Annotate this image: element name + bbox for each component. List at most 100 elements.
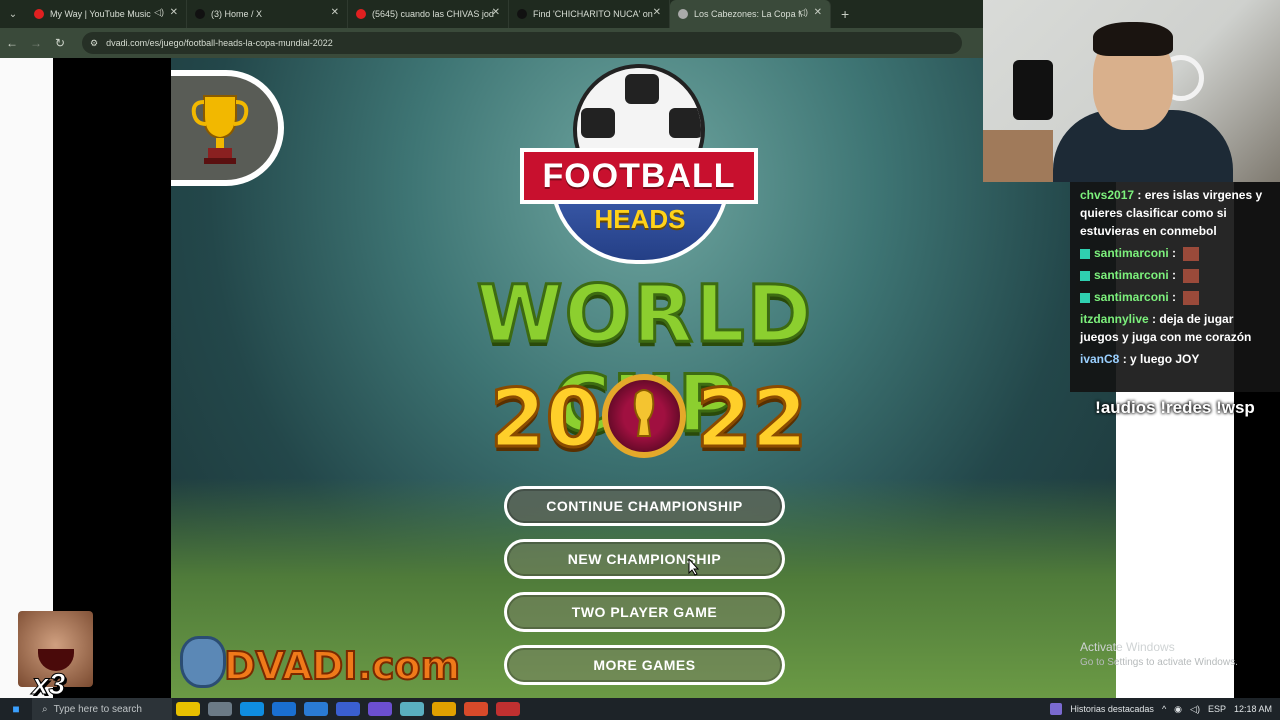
new-tab-button[interactable]: + [831, 6, 859, 22]
site-info-icon[interactable]: ⚙ [90, 38, 98, 49]
chat-badge-icon [1080, 270, 1090, 281]
chat-separator: : [1119, 352, 1131, 366]
app-icon[interactable] [496, 702, 520, 716]
tab-label: My Way | YouTube Music [50, 9, 151, 19]
system-tray: Historias destacadas ^ ◉ ◁) ESP 12:18 AM [1050, 698, 1280, 720]
browser-tab[interactable]: Los Cabezones: La Copa M ◁) ✕ [670, 0, 831, 28]
chat-separator: : [1168, 246, 1180, 260]
mail-icon[interactable] [272, 702, 296, 716]
browser-tab[interactable]: (3) Home / X ✕ [187, 0, 348, 28]
taskbar-search[interactable]: ⌕ Type here to search [32, 698, 172, 720]
browser-tab[interactable]: My Way | YouTube Music ◁) ✕ [26, 0, 187, 28]
webcam-overlay [983, 0, 1280, 182]
tab-audio-icon[interactable]: ◁) [154, 7, 164, 18]
clock[interactable]: 12:18 AM [1234, 704, 1272, 714]
chat-separator: : [1134, 188, 1145, 202]
tab-audio-icon[interactable]: ◁) [798, 7, 808, 18]
year-left: 20 [488, 371, 602, 467]
chat-emote-icon [1183, 290, 1200, 305]
activate-windows-watermark: Activate Windows Go to Settings to activ… [1080, 640, 1238, 670]
chat-username[interactable]: santimarconi [1094, 246, 1169, 260]
forward-icon[interactable]: → [24, 36, 48, 50]
tab-favicon-icon [678, 9, 688, 19]
chat-username[interactable]: santimarconi [1094, 290, 1169, 304]
activate-subtitle: Go to Settings to activate Windows. [1080, 657, 1238, 668]
search-icon: ⌕ [42, 703, 48, 715]
chat-emote-icon [1183, 268, 1200, 283]
tab-close-icon[interactable]: ✕ [170, 7, 178, 18]
tab-label: (3) Home / X [211, 9, 263, 19]
tab-favicon-icon [517, 9, 527, 19]
new-championship-button[interactable]: NEW CHAMPIONSHIP [504, 539, 785, 579]
chat-badge-icon [1080, 248, 1090, 259]
store-icon[interactable] [304, 702, 328, 716]
page-left-margin [0, 58, 53, 698]
network-icon[interactable]: ◉ [1174, 704, 1182, 715]
chat-separator: : [1168, 268, 1180, 282]
tab-favicon-icon [356, 9, 366, 19]
volume-icon[interactable]: ◁) [1190, 704, 1200, 715]
chat-commands: !audios !redes !wsp [1095, 398, 1255, 417]
stream-chat: chvs2017 : eres islas virgenes y quieres… [1070, 182, 1280, 392]
browser-tab[interactable]: (5645) cuando las CHIVAS jodi ✕ [348, 0, 509, 28]
tab-close-icon[interactable]: ✕ [331, 7, 339, 18]
tab-close-icon[interactable]: ✕ [492, 7, 500, 18]
language-indicator[interactable]: ESP [1208, 704, 1226, 714]
chat-message: santimarconi : [1080, 288, 1274, 306]
chat-message: ivanC8 : y luego JOY [1080, 350, 1274, 368]
tab-search-icon[interactable]: ⌄ [0, 0, 26, 28]
logo-football-banner: FOOTBALL [520, 148, 758, 204]
notepad-icon[interactable] [400, 702, 424, 716]
task-view-icon[interactable] [208, 702, 232, 716]
emote-multiplier: x3 [31, 668, 66, 702]
chat-username[interactable]: santimarconi [1094, 268, 1169, 282]
obs-icon[interactable] [368, 702, 392, 716]
tab-favicon-icon [195, 9, 205, 19]
chevron-up-icon[interactable]: ^ [1162, 704, 1166, 714]
logo-heads-text: HEADS [594, 204, 686, 234]
tabs-container: My Way | YouTube Music ◁) ✕ (3) Home / X ✕ (5… [26, 0, 831, 28]
chat-username[interactable]: ivanC8 [1080, 352, 1119, 366]
news-icon[interactable] [1050, 703, 1063, 715]
chat-username[interactable]: itzdannylive [1080, 312, 1149, 326]
mouse-cursor-icon [688, 558, 700, 576]
two-player-game-button[interactable]: TWO PLAYER GAME [504, 592, 785, 632]
url-field[interactable]: ⚙ dvadi.com/es/juego/football-heads-la-c… [82, 32, 962, 54]
more-games-button[interactable]: MORE GAMES [504, 645, 785, 685]
file-explorer-icon[interactable] [432, 702, 456, 716]
search-placeholder: Type here to search [53, 703, 142, 715]
year-title: 20 22 [488, 371, 808, 467]
windows-start-icon[interactable]: ■ [0, 702, 32, 716]
url-text: dvadi.com/es/juego/football-heads-la-cop… [106, 38, 333, 48]
reload-icon[interactable]: ↻ [48, 36, 72, 50]
tab-close-icon[interactable]: ✕ [814, 7, 822, 18]
tab-label: Los Cabezones: La Copa M [694, 9, 802, 19]
back-icon[interactable]: ← [0, 36, 24, 50]
chat-message: itzdannylive : deja de jugar juegos y ju… [1080, 310, 1274, 346]
vscode-icon[interactable] [336, 702, 360, 716]
chat-username[interactable]: chvs2017 [1080, 188, 1134, 202]
trophy-icon [191, 95, 249, 164]
continue-championship-button[interactable]: CONTINUE CHAMPIONSHIP [504, 486, 785, 526]
tab-close-icon[interactable]: ✕ [653, 7, 661, 18]
chat-message: santimarconi : [1080, 244, 1274, 262]
browser-tab[interactable]: Find 'CHICHARITO NUCA' on Ti ✕ [509, 0, 670, 28]
copilot-icon[interactable] [176, 702, 200, 716]
tab-favicon-icon [34, 9, 44, 19]
taskbar: ■ ⌕ Type here to search Historias destac… [0, 698, 1280, 720]
news-label[interactable]: Historias destacadas [1070, 704, 1154, 714]
year-right: 22 [694, 371, 808, 467]
chat-separator: : [1168, 290, 1180, 304]
chat-emote-icon [1183, 246, 1200, 261]
world-cup-emblem-icon [602, 374, 686, 458]
dvadi-mascot-icon [180, 636, 226, 688]
tab-strip: ⌄ My Way | YouTube Music ◁) ✕ (3) Home / X ✕… [0, 0, 985, 28]
chat-badge-icon [1080, 292, 1090, 303]
chat-message: chvs2017 : eres islas virgenes y quieres… [1080, 186, 1274, 240]
activate-title: Activate Windows [1080, 640, 1175, 654]
edge-icon[interactable] [240, 702, 264, 716]
chat-separator: : [1148, 312, 1160, 326]
chat-message: santimarconi : [1080, 266, 1274, 284]
chrome-icon[interactable] [464, 702, 488, 716]
dvadi-logo[interactable]: DVADI.com [180, 632, 461, 692]
